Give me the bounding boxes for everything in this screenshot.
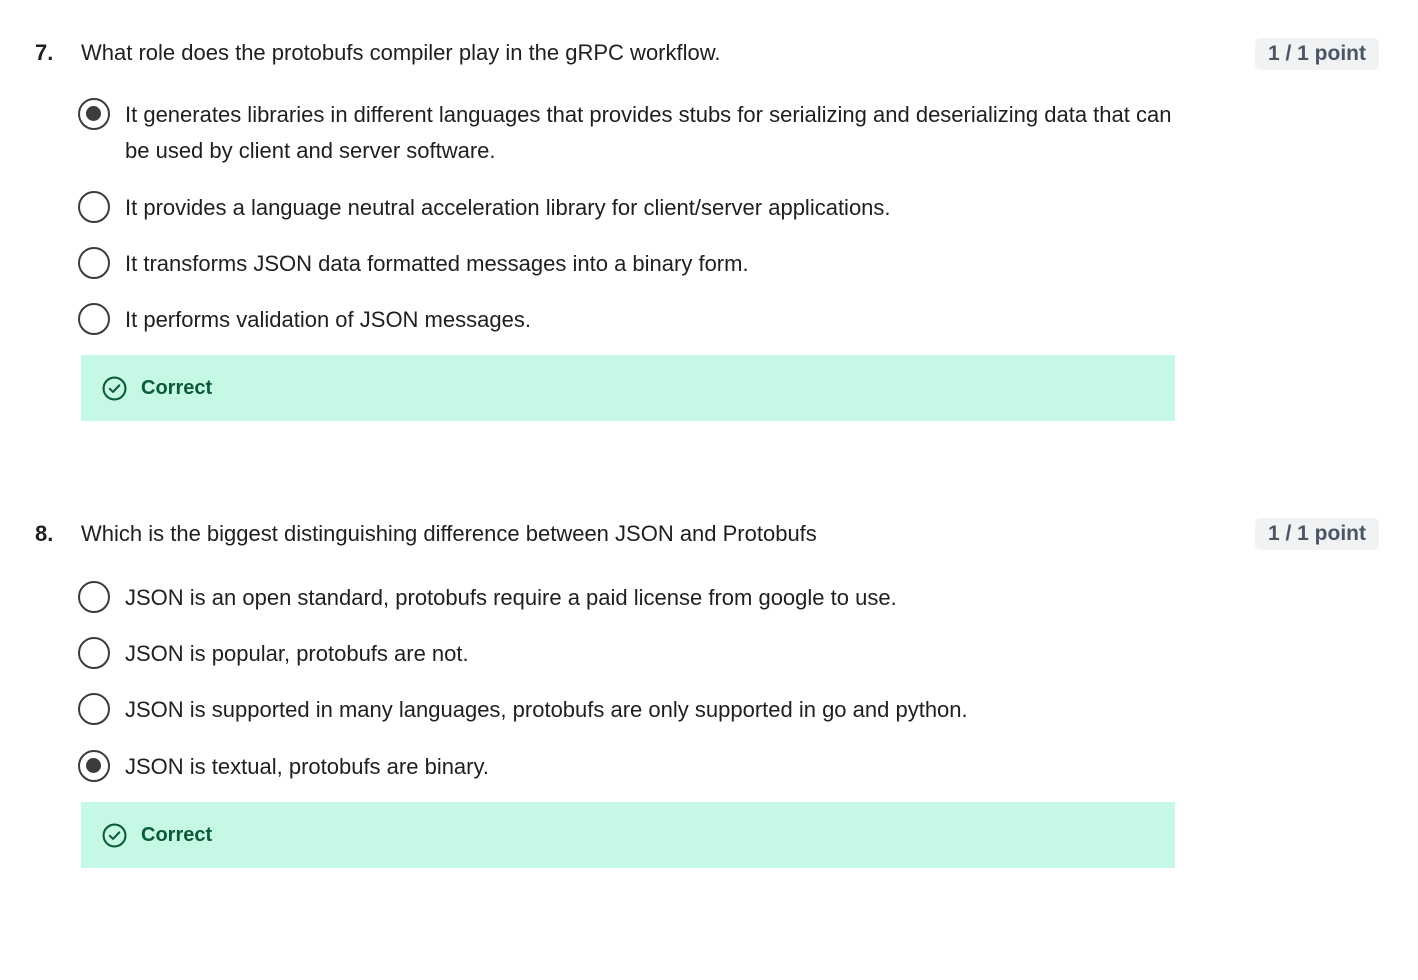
option-label: JSON is popular, protobufs are not.: [125, 641, 469, 666]
radio-button[interactable]: [78, 581, 110, 613]
radio-button[interactable]: [78, 637, 110, 669]
option-label: It transforms JSON data formatted messag…: [125, 251, 749, 276]
radio-button[interactable]: [78, 693, 110, 725]
points-badge: 1 / 1 point: [1254, 38, 1379, 70]
option-label: JSON is textual, protobufs are binary.: [125, 754, 489, 779]
question-text: Which is the biggest distinguishing diff…: [81, 521, 817, 546]
question-text: What role does the protobufs compiler pl…: [81, 40, 721, 65]
check-circle-icon: [102, 823, 127, 848]
check-circle-icon: [102, 376, 127, 401]
feedback-label: Correct: [141, 377, 213, 399]
radio-button[interactable]: [78, 303, 110, 335]
radio-button[interactable]: [78, 98, 110, 130]
option-label: JSON is supported in many languages, pro…: [125, 697, 968, 722]
option-label: It performs validation of JSON messages.: [125, 307, 531, 332]
radio-button[interactable]: [78, 247, 110, 279]
feedback-banner: Correct: [81, 802, 1175, 868]
option-label: It provides a language neutral accelerat…: [125, 195, 891, 220]
points-badge: 1 / 1 point: [1254, 518, 1379, 550]
feedback-label: Correct: [141, 824, 213, 846]
feedback-banner: Correct: [81, 355, 1175, 421]
radio-button[interactable]: [78, 750, 110, 782]
option-label: JSON is an open standard, protobufs requ…: [125, 585, 897, 610]
question-number: 8.: [35, 521, 54, 546]
question-number: 7.: [35, 40, 54, 65]
radio-button[interactable]: [78, 191, 110, 223]
option-label: It generates libraries in different lang…: [125, 102, 1172, 163]
